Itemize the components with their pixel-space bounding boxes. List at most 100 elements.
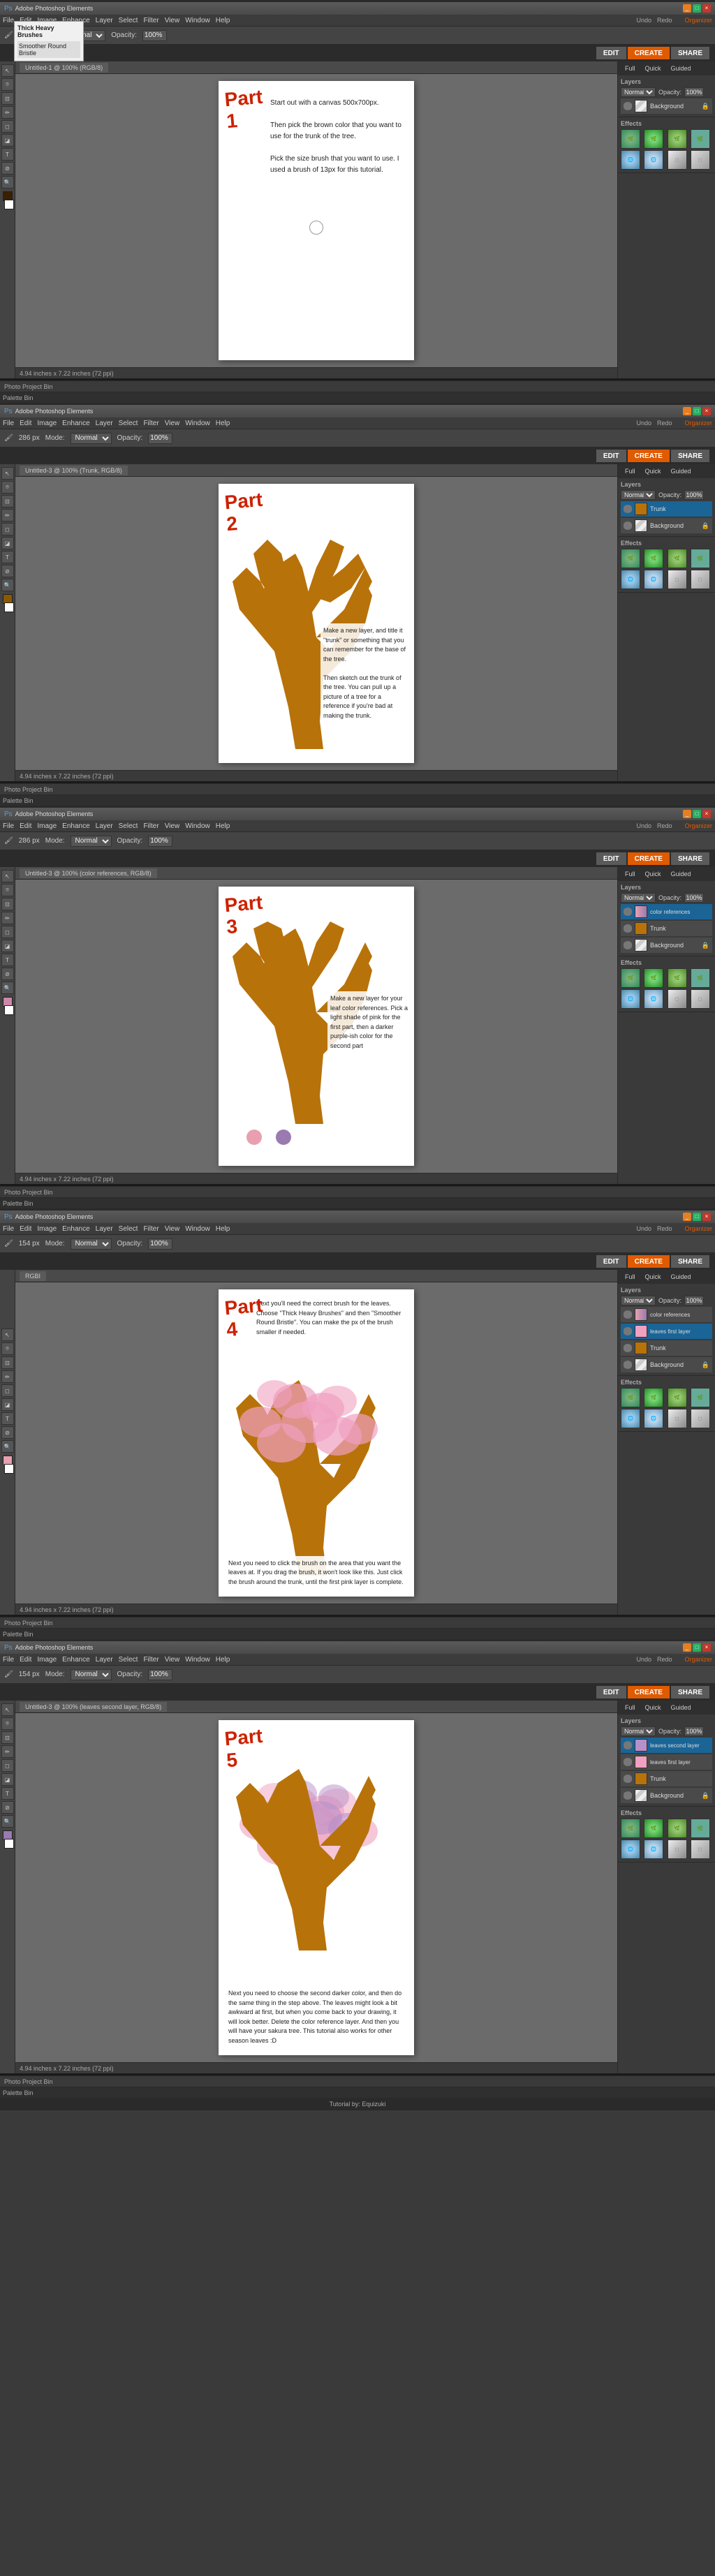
menu-layer-5[interactable]: Layer xyxy=(96,1656,113,1664)
eyedropper-tool-3[interactable]: ⊘ xyxy=(1,968,14,980)
tab-quick-4[interactable]: Quick xyxy=(641,1272,665,1282)
lasso-tool-2[interactable]: ⌾ xyxy=(1,481,14,494)
eff-5-6[interactable]: 🌐 xyxy=(644,1840,663,1859)
fill-tool-5[interactable]: ◪ xyxy=(1,1773,14,1786)
redo-btn-2[interactable]: Redo xyxy=(657,420,672,427)
bg-color[interactable] xyxy=(4,200,14,209)
opacity-input-5[interactable] xyxy=(148,1669,172,1680)
eyedropper-tool-4[interactable]: ⊘ xyxy=(1,1426,14,1439)
menu-image-4[interactable]: Image xyxy=(37,1225,57,1233)
layer-bg-3[interactable]: Background 🔒 xyxy=(621,938,712,953)
eff-5-1[interactable]: 🌿 xyxy=(621,1819,640,1838)
blend-mode-select-2[interactable]: Normal xyxy=(621,490,656,500)
menu-view-3[interactable]: View xyxy=(165,822,180,830)
organizer-btn[interactable]: Organizer xyxy=(684,17,712,24)
maximize-btn[interactable]: □ xyxy=(693,4,701,13)
menu-image-2[interactable]: Image xyxy=(37,420,57,427)
crop-tool-3[interactable]: ⊡ xyxy=(1,898,14,910)
menu-file-2[interactable]: File xyxy=(3,420,14,427)
effect-5[interactable]: 🌐 xyxy=(621,150,640,170)
close-btn-2[interactable]: × xyxy=(702,407,711,415)
tab-full-2[interactable]: Full xyxy=(621,466,640,476)
minimize-btn-3[interactable]: _ xyxy=(683,810,691,818)
effect-2-3[interactable]: 🌿 xyxy=(668,549,687,568)
zoom-tool-3[interactable]: 🔍 xyxy=(1,982,14,994)
create-btn-4[interactable]: CREATE xyxy=(628,1255,670,1268)
create-btn-2[interactable]: CREATE xyxy=(628,450,670,462)
menu-file-3[interactable]: File xyxy=(3,822,14,830)
share-btn-4[interactable]: SHARE xyxy=(671,1255,709,1268)
zoom-tool-5[interactable]: 🔍 xyxy=(1,1815,14,1828)
minimize-btn-4[interactable]: _ xyxy=(683,1213,691,1221)
undo-btn-2[interactable]: Undo xyxy=(636,420,651,427)
effect-2-8[interactable]: ◻ xyxy=(691,570,710,589)
layer-bg-5[interactable]: Background 🔒 xyxy=(621,1788,712,1803)
effect-7[interactable]: ◻ xyxy=(668,150,687,170)
eff-5-3[interactable]: 🌿 xyxy=(668,1819,687,1838)
move-tool[interactable]: ↖ xyxy=(1,64,14,77)
eff-4-3[interactable]: 🌿 xyxy=(668,1388,687,1407)
eff-4-2[interactable]: 🌿 xyxy=(644,1388,663,1407)
share-btn-5[interactable]: SHARE xyxy=(671,1686,709,1698)
eff-3-7[interactable]: ◻ xyxy=(668,989,687,1009)
menu-enhance-4[interactable]: Enhance xyxy=(62,1225,89,1233)
share-btn-2[interactable]: SHARE xyxy=(671,450,709,462)
undo-btn-3[interactable]: Undo xyxy=(636,822,651,829)
text-tool-3[interactable]: T xyxy=(1,954,14,966)
effect-2-6[interactable]: 🌐 xyxy=(644,570,663,589)
effect-8[interactable]: ◻ xyxy=(691,150,710,170)
maximize-btn-2[interactable]: □ xyxy=(693,407,701,415)
opacity-val-1[interactable] xyxy=(684,87,704,97)
effect-3[interactable]: 🌿 xyxy=(668,129,687,149)
menu-help-2[interactable]: Help xyxy=(216,420,230,427)
menu-help-5[interactable]: Help xyxy=(216,1656,230,1664)
menu-enhance-3[interactable]: Enhance xyxy=(62,822,89,830)
close-btn[interactable]: × xyxy=(702,4,711,13)
create-btn-5[interactable]: CREATE xyxy=(628,1686,670,1698)
bg-color-4[interactable] xyxy=(4,1464,14,1474)
menu-edit-3[interactable]: Edit xyxy=(20,822,31,830)
menu-select-5[interactable]: Select xyxy=(119,1656,138,1664)
eyedropper-tool-2[interactable]: ⊘ xyxy=(1,565,14,577)
canvas-tab-3[interactable]: Untitled-3 @ 100% (color references, RGB… xyxy=(20,868,157,878)
organizer-btn-3[interactable]: Organizer xyxy=(684,822,712,829)
lasso-tool[interactable]: ⌾ xyxy=(1,78,14,91)
menu-filter[interactable]: Filter xyxy=(143,17,159,24)
edit-btn-5[interactable]: EDIT xyxy=(596,1686,626,1698)
crop-tool-2[interactable]: ⊡ xyxy=(1,495,14,508)
eff-4-5[interactable]: 🌐 xyxy=(621,1409,640,1428)
menu-help-3[interactable]: Help xyxy=(216,822,230,830)
close-btn-5[interactable]: × xyxy=(702,1643,711,1652)
menu-image-3[interactable]: Image xyxy=(37,822,57,830)
edit-btn-3[interactable]: EDIT xyxy=(596,852,626,865)
eff-5-2[interactable]: 🌿 xyxy=(644,1819,663,1838)
effect-2[interactable]: 🌿 xyxy=(644,129,663,149)
menu-image-5[interactable]: Image xyxy=(37,1656,57,1664)
opacity-val-4[interactable] xyxy=(684,1296,704,1305)
layer-colorref-3[interactable]: color references xyxy=(621,904,712,919)
menu-select-4[interactable]: Select xyxy=(119,1225,138,1233)
effect-2-4[interactable]: 🌿 xyxy=(691,549,710,568)
layer-fl-5[interactable]: leaves first layer xyxy=(621,1754,712,1770)
eff-4-7[interactable]: ◻ xyxy=(668,1409,687,1428)
fill-tool-2[interactable]: ◪ xyxy=(1,537,14,549)
text-tool-5[interactable]: T xyxy=(1,1787,14,1800)
menu-edit-5[interactable]: Edit xyxy=(20,1656,31,1664)
tab-full-4[interactable]: Full xyxy=(621,1272,640,1282)
opacity-val-5[interactable] xyxy=(684,1726,704,1736)
menu-layer-3[interactable]: Layer xyxy=(96,822,113,830)
brush-tool-3[interactable]: ✏ xyxy=(1,912,14,924)
brush-tool-4[interactable]: ✏ xyxy=(1,1370,14,1383)
share-btn-3[interactable]: SHARE xyxy=(671,852,709,865)
menu-enhance-2[interactable]: Enhance xyxy=(62,420,89,427)
move-tool-5[interactable]: ↖ xyxy=(1,1703,14,1716)
blend-mode-select-1[interactable]: Normal xyxy=(621,87,656,97)
organizer-btn-2[interactable]: Organizer xyxy=(684,420,712,427)
menu-window[interactable]: Window xyxy=(185,17,210,24)
minimize-btn[interactable]: _ xyxy=(683,4,691,13)
eff-5-7[interactable]: ◻ xyxy=(668,1840,687,1859)
tab-quick-2[interactable]: Quick xyxy=(641,466,665,476)
layer-bg-2[interactable]: Background 🔒 xyxy=(621,518,712,533)
layer-trunk-2[interactable]: Trunk xyxy=(621,501,712,517)
minimize-btn-2[interactable]: _ xyxy=(683,407,691,415)
